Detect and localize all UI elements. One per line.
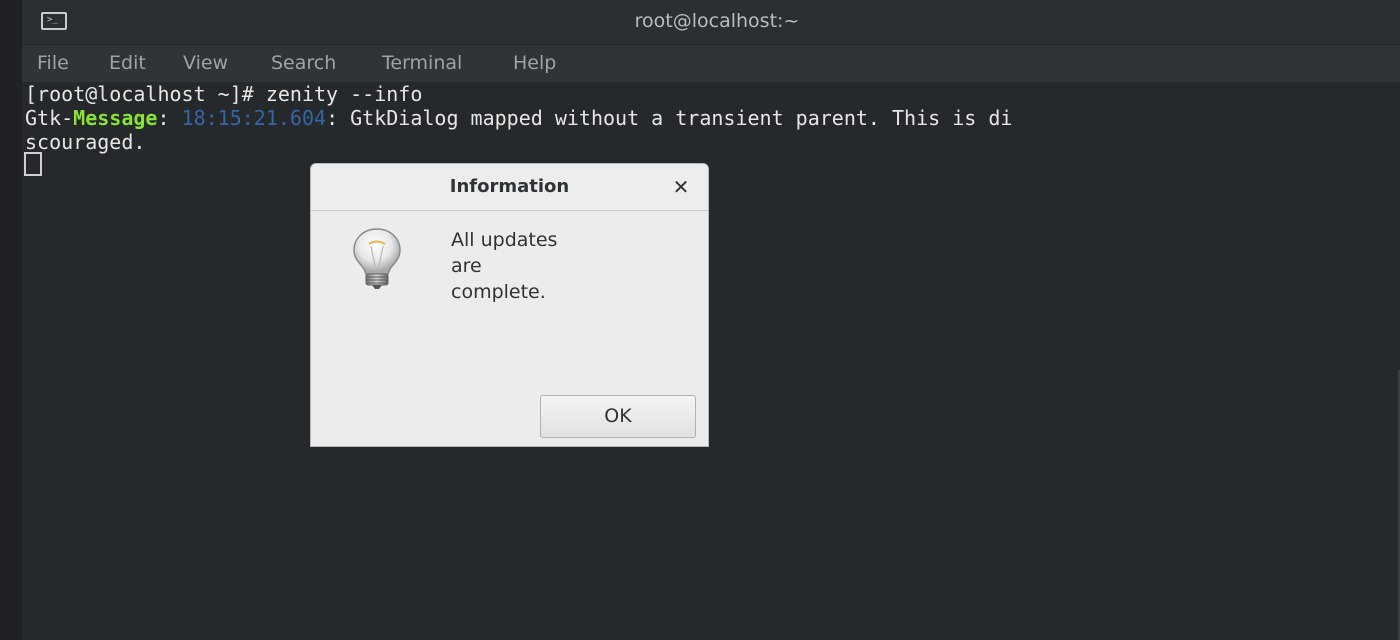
menu-view[interactable]: View: [183, 45, 228, 82]
window-titlebar[interactable]: >_ root@localhost:~: [22, 0, 1400, 45]
desktop: >_ root@localhost:~ File Edit View Searc…: [0, 0, 1400, 640]
terminal-command-line: [root@localhost ~]# zenity --info: [25, 82, 423, 106]
terminal-window: >_ root@localhost:~ File Edit View Searc…: [22, 0, 1400, 640]
lightbulb-icon: [353, 228, 401, 289]
message-timestamp: 18:15:21.604: [181, 106, 327, 130]
ok-button[interactable]: OK: [540, 395, 696, 438]
menu-search[interactable]: Search: [271, 45, 336, 82]
message-colon: :: [157, 106, 182, 130]
dialog-message-line: are: [451, 255, 482, 277]
dialog-message-line: complete.: [451, 281, 546, 303]
menu-file[interactable]: File: [37, 45, 69, 82]
message-prefix: Gtk-: [25, 106, 74, 130]
dialog-message-line: All updates: [451, 229, 558, 251]
menu-help[interactable]: Help: [513, 45, 556, 82]
terminal-wrapped-line: scouraged.: [25, 130, 146, 154]
message-text: : GtkDialog mapped without a transient p…: [326, 106, 1013, 130]
menu-edit[interactable]: Edit: [109, 45, 146, 82]
terminal-cursor: [24, 152, 42, 176]
close-icon[interactable]: ✕: [670, 176, 692, 198]
menu-terminal[interactable]: Terminal: [382, 45, 462, 82]
message-keyword: Message: [73, 106, 158, 130]
terminal-gtk-message-line: Gtk-Message: 18:15:21.604: GtkDialog map…: [25, 106, 1012, 130]
terminal-output[interactable]: [root@localhost ~]# zenity --info Gtk-Me…: [22, 82, 1400, 640]
dialog-message: All updates are complete.: [451, 227, 631, 305]
dialog-title: Information: [449, 176, 570, 197]
dialog-header[interactable]: Information ✕: [311, 164, 708, 211]
menu-bar: File Edit View Search Terminal Help: [22, 45, 1400, 82]
information-dialog: Information ✕ All updates are complete. …: [310, 163, 709, 447]
window-title: root@localhost:~: [634, 10, 800, 32]
